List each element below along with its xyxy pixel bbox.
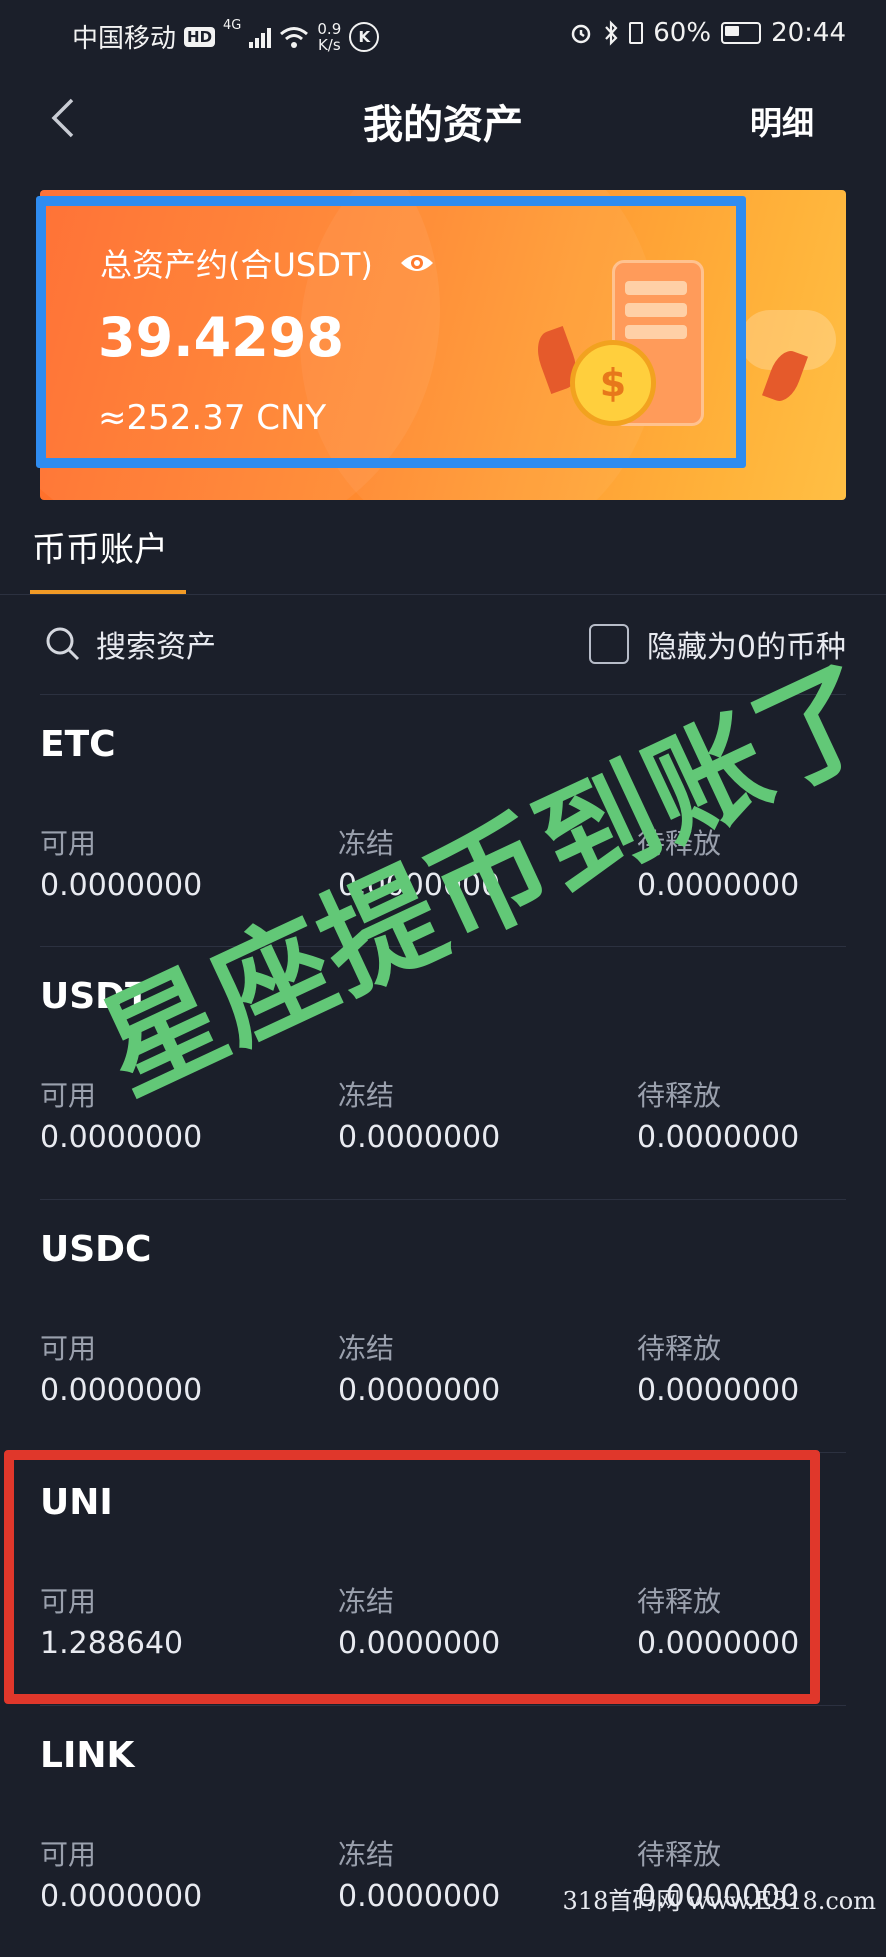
available-value: 0.0000000 — [40, 1373, 203, 1408]
list-item[interactable]: USDC 可用 0.0000000 冻结 0.0000000 待释放 0.000000… — [0, 1199, 886, 1451]
divider — [40, 1705, 846, 1706]
battery-percent: 60% — [653, 18, 712, 48]
pending-label: 待释放 — [637, 1332, 722, 1365]
divider — [0, 594, 886, 595]
total-assets-value: 39.4298 — [98, 306, 344, 369]
available-value: 0.0000000 — [40, 1120, 203, 1155]
frozen-value: 0.0000000 — [338, 1879, 501, 1914]
eye-icon[interactable] — [399, 251, 435, 275]
coin-name: USDC — [40, 1229, 152, 1270]
bluetooth-icon — [605, 20, 618, 46]
frozen-label: 冻结 — [338, 1079, 395, 1112]
frozen-label: 冻结 — [338, 1332, 395, 1365]
available-label: 可用 — [40, 1838, 97, 1871]
coin-name: ETC — [40, 724, 116, 765]
status-bar: 中国移动 HD 4G 0.9 K/s K 60% 20:44 — [0, 0, 886, 66]
signal-icon — [249, 26, 272, 48]
total-assets-label-row: 总资产约(合USDT) — [100, 240, 435, 286]
battery-saver-icon — [629, 22, 644, 44]
search-label: 搜索资产 — [96, 630, 216, 665]
alarm-icon — [572, 24, 591, 44]
available-value: 0.0000000 — [40, 868, 203, 903]
wifi-icon — [280, 26, 309, 48]
red-highlight-box — [4, 1450, 820, 1704]
search-icon — [46, 627, 80, 661]
nav-bar: 我的资产 明细 — [0, 70, 886, 166]
available-value: 0.0000000 — [40, 1879, 203, 1914]
status-right: 60% 20:44 — [569, 18, 846, 48]
carrier-label: 中国移动 — [72, 24, 177, 54]
k-app-icon: K — [349, 21, 380, 52]
available-label: 可用 — [40, 1332, 97, 1365]
frozen-value: 0.0000000 — [338, 1373, 501, 1408]
tab-spot-account[interactable]: 币币账户 — [32, 522, 168, 571]
pending-value: 0.0000000 — [637, 1373, 800, 1408]
battery-icon — [721, 22, 762, 44]
site-watermark: 318首码网 www.E318.com — [562, 1887, 876, 1915]
search-assets[interactable]: 搜索资产 — [44, 622, 216, 666]
hide-zero-checkbox[interactable] — [588, 624, 629, 664]
coin-name: LINK — [40, 1735, 135, 1776]
clock: 20:44 — [771, 18, 846, 48]
frozen-value: 0.0000000 — [338, 1120, 501, 1155]
list-item[interactable]: LINK 可用 0.0000000 冻结 0.0000000 待释放 0.000000… — [0, 1705, 886, 1957]
pending-value: 0.0000000 — [637, 1120, 800, 1155]
total-assets-cny: ≈252.37 CNY — [98, 398, 327, 438]
total-assets-label: 总资产约(合USDT) — [100, 246, 373, 284]
available-label: 可用 — [40, 827, 97, 860]
speed-unit: K/s — [317, 35, 341, 54]
network-speed: 0.9 K/s — [317, 21, 341, 53]
network-type-label: 4G — [223, 18, 242, 33]
divider — [40, 1199, 846, 1200]
detail-button[interactable]: 明细 — [750, 98, 814, 144]
pending-label: 待释放 — [637, 1838, 722, 1871]
frozen-label: 冻结 — [338, 1838, 395, 1871]
status-left: 中国移动 HD 4G 0.9 K/s K — [72, 18, 380, 55]
hd-icon: HD — [184, 26, 216, 47]
pending-label: 待释放 — [637, 1079, 722, 1112]
